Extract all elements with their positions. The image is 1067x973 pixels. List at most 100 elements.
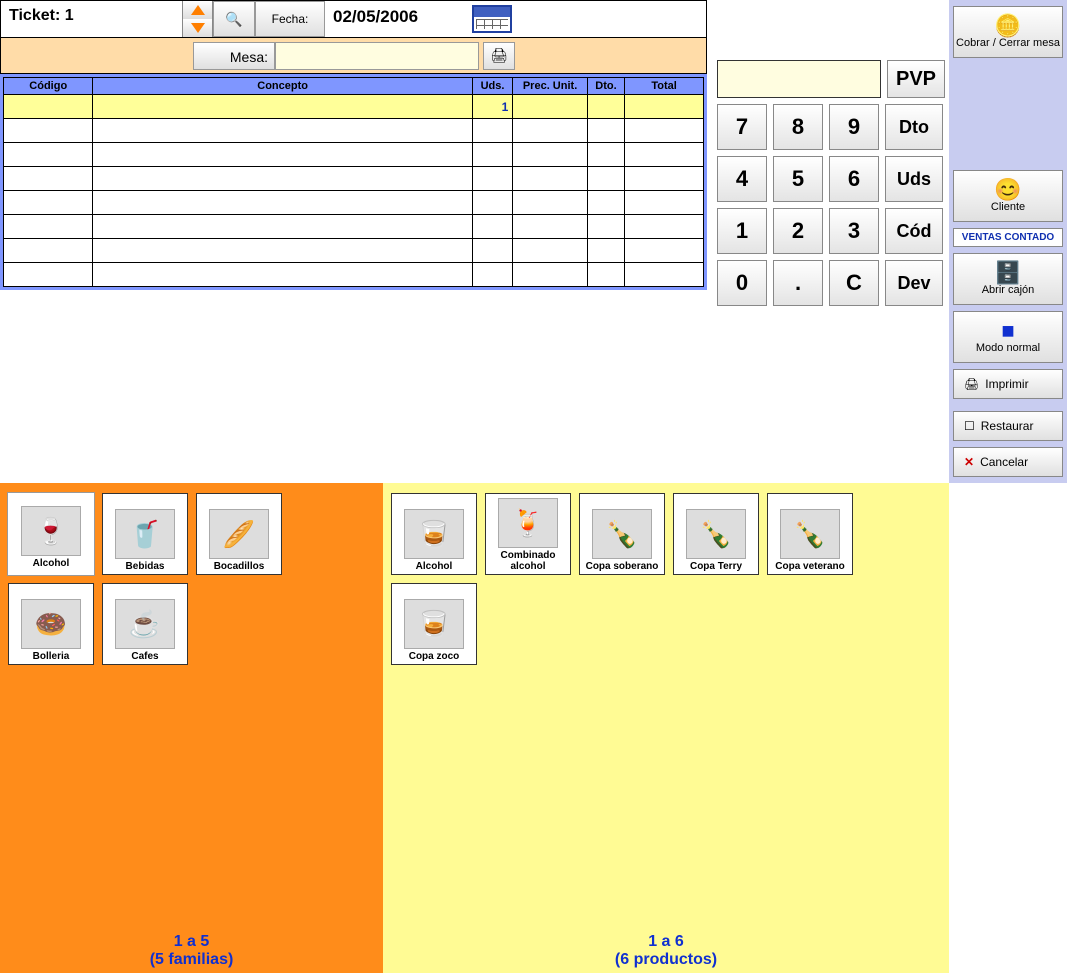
ticket-table[interactable]: Código Concepto Uds. Prec. Unit. Dto. To… <box>3 77 704 287</box>
cliente-button[interactable]: 😊 Cliente <box>953 170 1063 222</box>
key-5[interactable]: 5 <box>773 156 823 202</box>
family-label: Cafes <box>131 651 158 662</box>
table-row[interactable] <box>4 119 704 143</box>
cancel-icon: ✕ <box>964 455 974 469</box>
col-dto: Dto. <box>587 78 624 95</box>
key-cod[interactable]: Cód <box>885 208 943 254</box>
key-3[interactable]: 3 <box>829 208 879 254</box>
table-row[interactable] <box>4 215 704 239</box>
col-codigo: Código <box>4 78 93 95</box>
mesa-bar: Mesa: 🖨 <box>0 38 707 74</box>
fecha-button[interactable]: Fecha: <box>255 1 325 37</box>
product-thumb-icon: 🥃 <box>404 599 464 649</box>
keypad: PVP 7 8 9 Dto 4 5 6 Uds 1 2 3 Cód 0 . C … <box>707 0 949 483</box>
key-7[interactable]: 7 <box>717 104 767 150</box>
header-bar: Ticket: 1 🔍 Fecha: 02/05/2006 <box>0 0 707 38</box>
col-total: Total <box>625 78 704 95</box>
product-item-copa-terry[interactable]: 🍾 Copa Terry <box>673 493 759 575</box>
calendar-icon <box>472 5 512 33</box>
product-label: Alcohol <box>416 561 453 572</box>
mesa-input[interactable] <box>275 42 479 70</box>
product-item-copa-veterano[interactable]: 🍾 Copa veterano <box>767 493 853 575</box>
key-uds[interactable]: Uds <box>885 156 943 202</box>
products-panel: 🥃 Alcohol 🍹Combinado alcohol 🍾 Copa soberano… <box>383 483 949 973</box>
key-dev[interactable]: Dev <box>885 260 943 306</box>
pvp-button[interactable]: PVP <box>887 60 945 98</box>
modo-normal-button[interactable]: ■ Modo normal <box>953 311 1063 363</box>
col-concepto: Concepto <box>93 78 472 95</box>
families-panel: 🍷 Alcohol 🥤 Bebidas 🥖Bocadillos 🍩 Bolleria ☕ Caf… <box>0 483 383 973</box>
key-8[interactable]: 8 <box>773 104 823 150</box>
key-c[interactable]: C <box>829 260 879 306</box>
family-item-bolleria[interactable]: 🍩 Bolleria <box>8 583 94 665</box>
square-icon: ■ <box>1001 320 1014 342</box>
ticket-search-button[interactable]: 🔍 <box>213 1 255 37</box>
cancelar-button[interactable]: ✕ Cancelar <box>953 447 1063 477</box>
imprimir-button[interactable]: 🖨 Imprimir <box>953 369 1063 399</box>
cobrar-button[interactable]: 🪙 Cobrar / Cerrar mesa <box>953 6 1063 58</box>
family-label: Alcohol <box>33 558 70 569</box>
checkbox-icon: ☐ <box>964 419 975 433</box>
product-label: Copa veterano <box>775 561 844 572</box>
key-4[interactable]: 4 <box>717 156 767 202</box>
col-uds: Uds. <box>472 78 512 95</box>
key-dot[interactable]: . <box>773 260 823 306</box>
ticket-table-wrap: Código Concepto Uds. Prec. Unit. Dto. To… <box>0 74 707 290</box>
product-thumb-icon: 🍹 <box>498 498 558 548</box>
families-footer: 1 a 5 (5 familias) <box>0 933 383 969</box>
table-row[interactable] <box>4 263 704 287</box>
table-row[interactable] <box>4 191 704 215</box>
family-item-bebidas[interactable]: 🥤 Bebidas <box>102 493 188 575</box>
product-label: Copa zoco <box>409 651 460 662</box>
key-dto[interactable]: Dto <box>885 104 943 150</box>
family-item-bocadillos[interactable]: 🥖Bocadillos <box>196 493 282 575</box>
smiley-icon: 😊 <box>994 179 1021 201</box>
key-9[interactable]: 9 <box>829 104 879 150</box>
family-thumb-icon: 🍷 <box>21 506 81 556</box>
family-label: Bocadillos <box>214 561 265 572</box>
family-thumb-icon: 🥤 <box>115 509 175 559</box>
product-thumb-icon: 🥃 <box>404 509 464 559</box>
col-prec: Prec. Unit. <box>513 78 588 95</box>
ticket-label: Ticket: 1 <box>1 1 183 37</box>
sidebar: 🪙 Cobrar / Cerrar mesa 😊 Cliente VENTAS … <box>949 0 1067 483</box>
product-item-combinado-alcohol[interactable]: 🍹Combinado alcohol <box>485 493 571 575</box>
coins-icon: 🪙 <box>994 15 1021 37</box>
family-item-cafes[interactable]: ☕ Cafes <box>102 583 188 665</box>
table-row[interactable] <box>4 167 704 191</box>
drawer-icon: 🗄️ <box>994 262 1021 284</box>
table-row[interactable] <box>4 239 704 263</box>
family-item-alcohol[interactable]: 🍷 Alcohol <box>8 493 94 575</box>
restaurar-button[interactable]: ☐ Restaurar <box>953 411 1063 441</box>
mesa-print-button[interactable]: 🖨 <box>483 42 515 70</box>
products-footer: 1 a 6 (6 productos) <box>383 933 949 969</box>
printer-icon: 🖨 <box>964 377 979 391</box>
product-item-alcohol[interactable]: 🥃 Alcohol <box>391 493 477 575</box>
key-2[interactable]: 2 <box>773 208 823 254</box>
product-thumb-icon: 🍾 <box>780 509 840 559</box>
ventas-contado-box[interactable]: VENTAS CONTADO <box>953 228 1063 247</box>
product-thumb-icon: 🍾 <box>686 509 746 559</box>
table-row[interactable]: 1 <box>4 95 704 119</box>
keypad-display[interactable] <box>717 60 881 98</box>
product-thumb-icon: 🍾 <box>592 509 652 559</box>
key-1[interactable]: 1 <box>717 208 767 254</box>
ticket-down-button[interactable] <box>183 19 212 37</box>
key-0[interactable]: 0 <box>717 260 767 306</box>
date-value: 02/05/2006 <box>325 1 465 37</box>
product-label: Copa Terry <box>690 561 742 572</box>
family-label: Bebidas <box>126 561 165 572</box>
calendar-button[interactable] <box>465 1 519 37</box>
product-panels: 🍷 Alcohol 🥤 Bebidas 🥖Bocadillos 🍩 Bolleria ☕ Caf… <box>0 483 1067 973</box>
product-label: Copa soberano <box>586 561 659 572</box>
family-thumb-icon: ☕ <box>115 599 175 649</box>
ticket-up-button[interactable] <box>183 1 212 19</box>
product-item-copa-soberano[interactable]: 🍾 Copa soberano <box>579 493 665 575</box>
product-item-copa-zoco[interactable]: 🥃 Copa zoco <box>391 583 477 665</box>
abrir-cajon-button[interactable]: 🗄️ Abrir cajón <box>953 253 1063 305</box>
key-6[interactable]: 6 <box>829 156 879 202</box>
product-label: Combinado alcohol <box>488 550 568 572</box>
table-row[interactable] <box>4 143 704 167</box>
family-label: Bolleria <box>33 651 70 662</box>
family-thumb-icon: 🍩 <box>21 599 81 649</box>
